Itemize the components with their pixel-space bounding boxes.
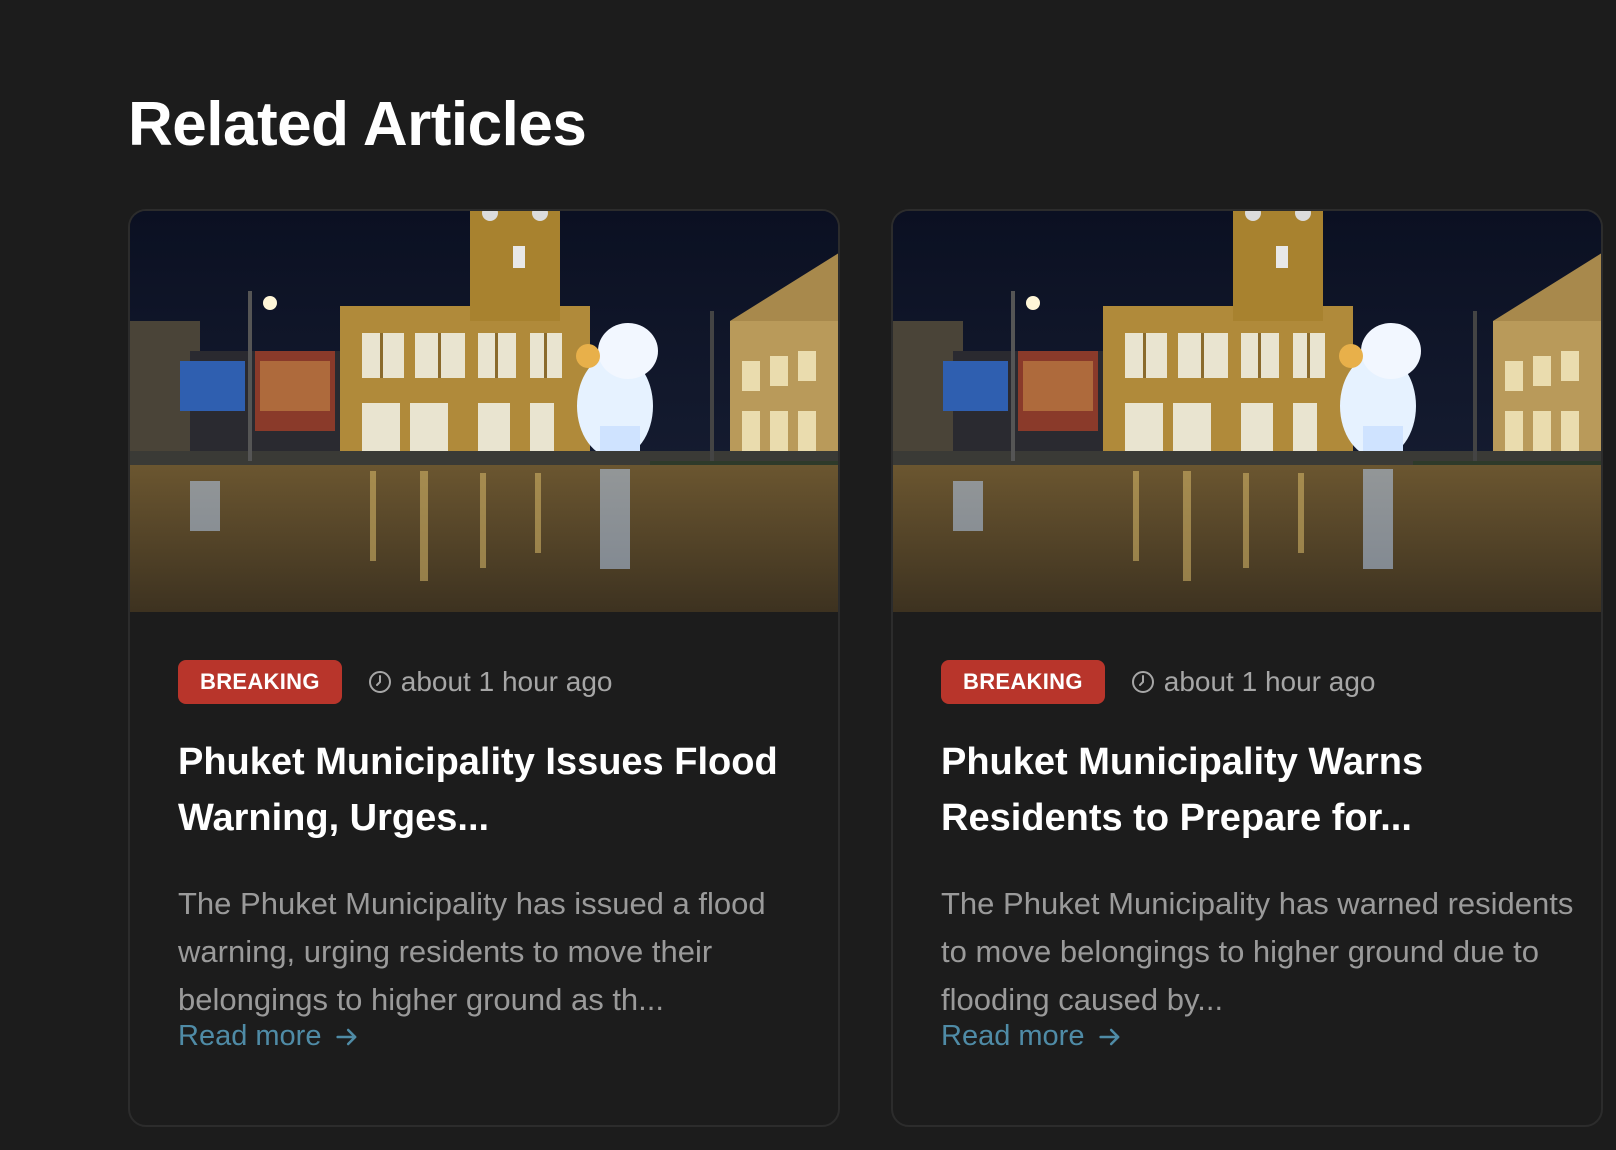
article-time: about 1 hour ago	[1131, 666, 1376, 698]
article-time-label: about 1 hour ago	[1163, 666, 1376, 697]
clock-icon	[368, 671, 391, 693]
read-more-link[interactable]: Read more	[178, 1020, 361, 1053]
article-meta: BREAKING about 1 hour ago	[941, 660, 1565, 704]
article-card[interactable]: BREAKING about 1 hour ago Phuket Municip…	[891, 209, 1603, 1127]
article-title[interactable]: Phuket Municipality Issues Flood Warning…	[178, 734, 818, 846]
article-meta: BREAKING about 1 hour ago	[178, 660, 802, 704]
flooded-street-image	[130, 211, 838, 612]
article-time-label: about 1 hour ago	[400, 666, 613, 697]
article-thumbnail[interactable]	[893, 211, 1601, 612]
article-title[interactable]: Phuket Municipality Warns Residents to P…	[941, 734, 1581, 846]
read-more-label: Read more	[178, 1020, 322, 1052]
article-time: about 1 hour ago	[368, 666, 613, 698]
section-title: Related Articles	[128, 90, 587, 159]
breaking-badge: BREAKING	[941, 660, 1105, 704]
article-card[interactable]: BREAKING about 1 hour ago Phuket Municip…	[128, 209, 840, 1127]
article-thumbnail[interactable]	[130, 211, 838, 612]
read-more-label: Read more	[941, 1020, 1085, 1052]
arrow-right-icon	[1099, 1028, 1120, 1045]
article-excerpt: The Phuket Municipality has issued a flo…	[178, 886, 766, 1017]
article-excerpt: The Phuket Municipality has warned resid…	[941, 886, 1574, 1017]
breaking-badge: BREAKING	[178, 660, 342, 704]
flooded-street-image	[893, 211, 1601, 612]
article-body: BREAKING about 1 hour ago Phuket Municip…	[178, 660, 802, 1024]
article-body: BREAKING about 1 hour ago Phuket Municip…	[941, 660, 1573, 1024]
read-more-link[interactable]: Read more	[941, 1020, 1124, 1053]
arrow-right-icon	[336, 1028, 357, 1045]
clock-icon	[1131, 671, 1154, 693]
